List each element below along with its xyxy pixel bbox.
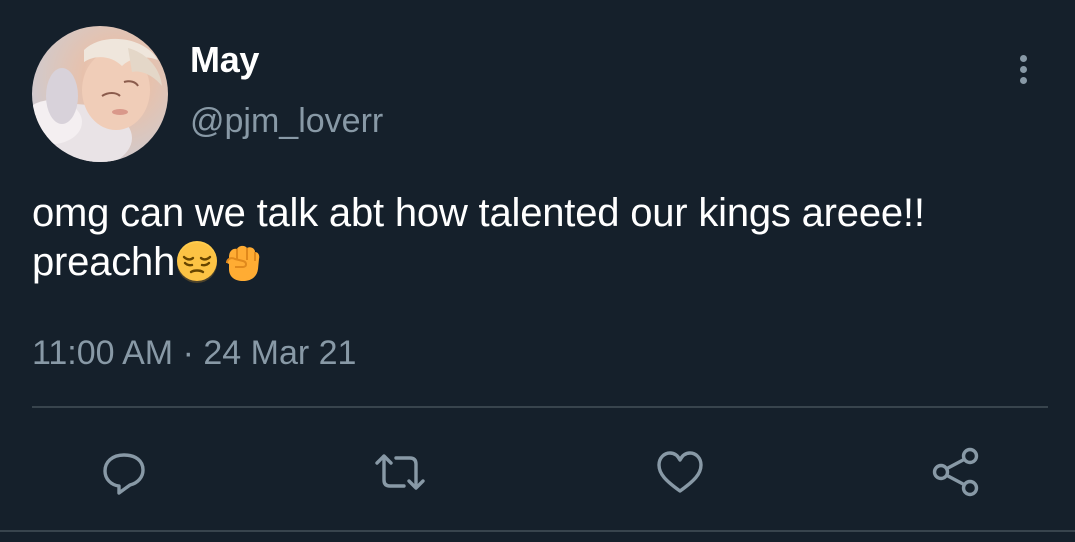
- more-vertical-icon: [1019, 54, 1027, 62]
- like-button[interactable]: [650, 442, 710, 502]
- share-button[interactable]: [926, 442, 986, 502]
- tweet-text: omg can we talk abt how talented our kin…: [32, 189, 1042, 287]
- timestamp-separator: ·: [182, 334, 194, 372]
- reply-icon: [103, 453, 145, 495]
- share-icon: [932, 447, 979, 497]
- tweet-time: 11:00 AM: [32, 334, 174, 372]
- avatar[interactable]: [32, 26, 168, 162]
- avatar-photo-icon: [32, 38, 162, 162]
- more-options-button[interactable]: [1008, 48, 1038, 90]
- tweet-date: 24 Mar 21: [203, 334, 357, 372]
- tweet-timestamp[interactable]: 11:00 AM · 24 Mar 21: [32, 332, 356, 374]
- user-handle[interactable]: @pjm_loverr: [190, 100, 383, 142]
- tweet-body: omg can we talk abt how talented our kin…: [32, 191, 925, 284]
- divider: [32, 406, 1048, 408]
- more-vertical-icon-dot: [1019, 76, 1027, 84]
- reply-button[interactable]: [94, 442, 154, 502]
- display-name[interactable]: May: [190, 38, 259, 82]
- more-vertical-icon-dot: [1019, 65, 1027, 73]
- pensive-face-emoji: [175, 239, 219, 283]
- heart-icon: [657, 451, 703, 493]
- raised-fist-emoji: [219, 239, 263, 283]
- bottom-divider: [0, 530, 1075, 532]
- retweet-icon: [375, 454, 425, 490]
- retweet-button[interactable]: [370, 442, 430, 502]
